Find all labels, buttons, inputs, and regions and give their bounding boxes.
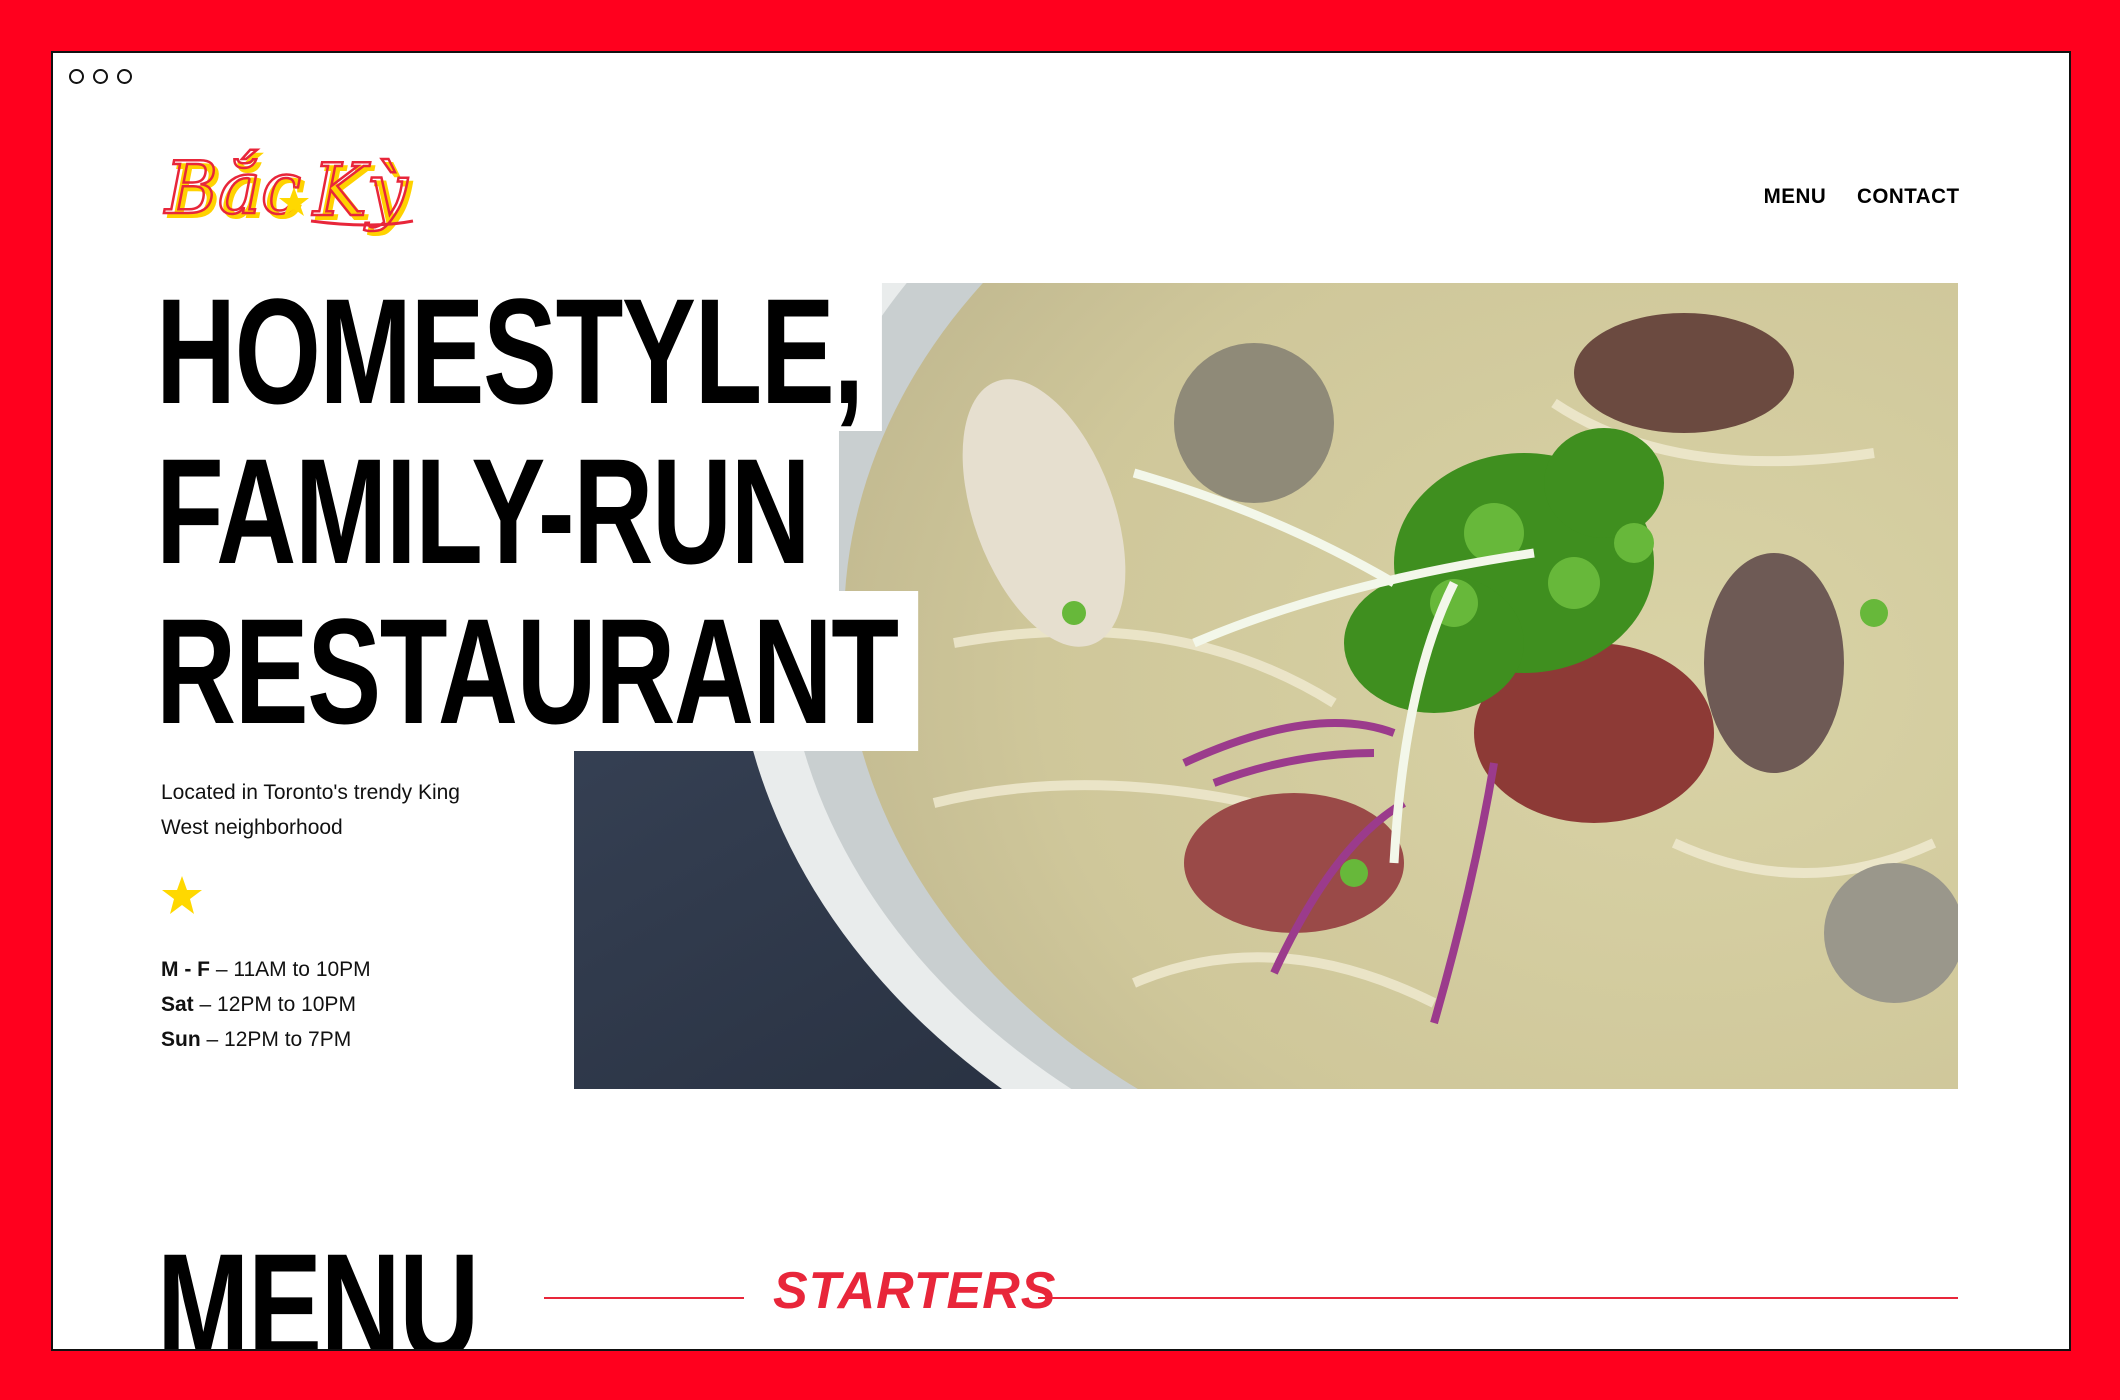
star-icon (162, 876, 202, 914)
main-nav: MENU CONTACT (1763, 185, 1961, 209)
window-controls (69, 69, 132, 84)
nav-contact-link[interactable]: CONTACT (1857, 185, 1960, 209)
svg-text:Kỳ: Kỳ (311, 148, 409, 232)
section-starters-heading: STARTERS (773, 1262, 1057, 1320)
hours-row: Sat – 12PM to 10PM (161, 987, 371, 1022)
divider-right (1038, 1297, 1958, 1299)
logo[interactable]: Bắc Bắc Kỳ Kỳ (161, 137, 421, 257)
svg-text:Bắc: Bắc (163, 146, 301, 230)
hero-title-line-1: HOMESTYLE, (153, 271, 882, 431)
hours-time: – 11AM to 10PM (209, 958, 371, 981)
nav-menu-link[interactable]: MENU (1763, 185, 1826, 209)
hours-days: Sun (161, 1028, 201, 1051)
divider-left (544, 1297, 744, 1299)
opening-hours: M - F – 11AM to 10PM Sat – 12PM to 10PM … (161, 952, 371, 1057)
close-window-button[interactable] (69, 69, 84, 84)
location-text: Located in Toronto's trendy King West ne… (161, 781, 460, 839)
minimize-window-button[interactable] (93, 69, 108, 84)
hours-row: Sun – 12PM to 7PM (161, 1022, 371, 1057)
maximize-window-button[interactable] (117, 69, 132, 84)
hours-time: – 12PM to 7PM (200, 1028, 352, 1051)
hero-title-line-2: FAMILY-RUN (153, 431, 839, 591)
hours-time: – 12PM to 10PM (193, 993, 356, 1016)
hero-title: HOMESTYLE, FAMILY-RUN RESTAURANT (153, 271, 1187, 751)
browser-window: Bắc Bắc Kỳ Kỳ MENU CONTACT HOMESTYLE, FA… (51, 51, 2071, 1351)
hours-days: M - F (161, 958, 210, 981)
hero-title-line-3: RESTAURANT (153, 591, 919, 751)
menu-heading: MENU (157, 1222, 479, 1351)
hours-days: Sat (161, 993, 194, 1016)
hours-row: M - F – 11AM to 10PM (161, 952, 371, 987)
